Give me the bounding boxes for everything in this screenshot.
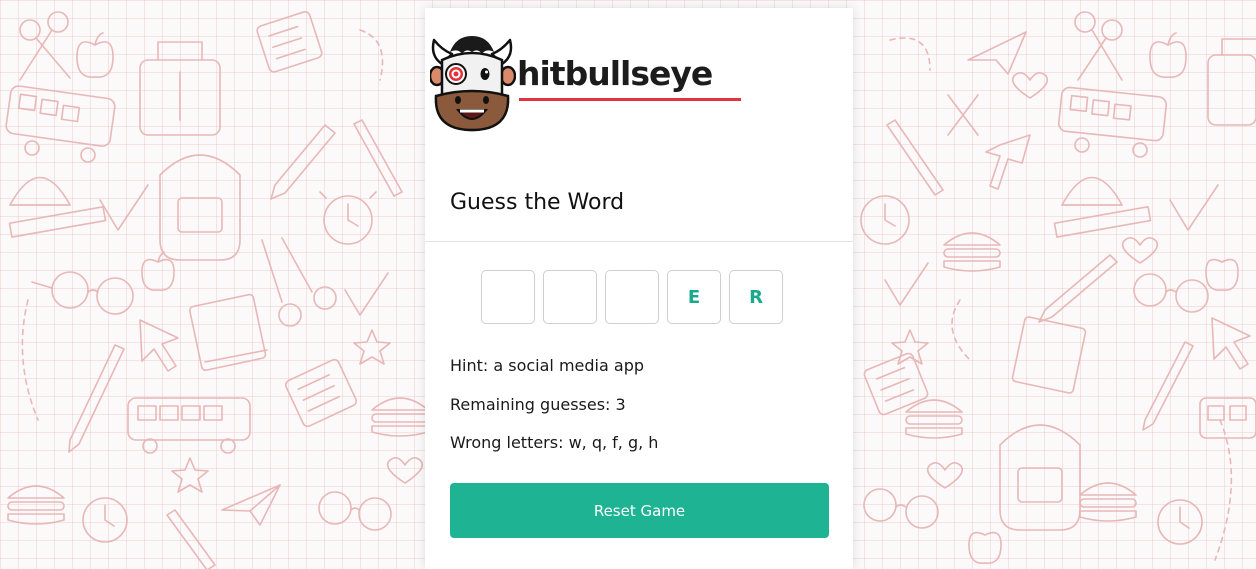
letter-boxes: E R [481, 270, 783, 328]
heart-icon [1121, 237, 1159, 264]
hint-text: Hint: a social media app [450, 356, 644, 375]
checkmark-icon [344, 272, 389, 316]
apple-icon [1205, 258, 1239, 291]
ruler-icon [1053, 205, 1152, 238]
glasses-icon [31, 271, 134, 315]
pencil-icon [166, 509, 216, 569]
pencil-icon [1038, 254, 1118, 323]
cursor-arrow-icon [139, 319, 179, 372]
burger-icon [371, 397, 429, 437]
apple-icon [141, 251, 175, 291]
game-card: hitbullseye Guess the Word E R Hint: a s… [425, 8, 853, 569]
x-mark-icon [947, 94, 979, 136]
pencil-icon [353, 119, 403, 197]
bull-mascot-icon [430, 36, 516, 132]
clock-icon [860, 195, 910, 245]
star-icon [891, 329, 929, 365]
letter-box-2[interactable] [543, 270, 597, 324]
glasses-icon [1133, 273, 1209, 313]
pencil-icon [1142, 341, 1194, 431]
cursor-arrow-icon [1211, 317, 1251, 370]
burger-icon [943, 232, 1001, 272]
brand-logo[interactable]: hitbullseye [430, 30, 750, 138]
page-title: Guess the Word [450, 190, 625, 215]
ruler-icon [8, 205, 107, 238]
clock-icon [1157, 499, 1203, 545]
header-divider [425, 241, 853, 242]
paper-plane-icon [967, 31, 1027, 75]
checkmark-icon [99, 184, 149, 231]
bus-icon [127, 397, 251, 454]
heart-icon [386, 457, 424, 484]
bus-icon [1057, 86, 1168, 158]
book-icon [1011, 316, 1087, 394]
backpack-icon [159, 154, 241, 261]
apple-icon [76, 32, 114, 78]
letter-box-3[interactable] [605, 270, 659, 324]
remaining-guesses-text: Remaining guesses: 3 [450, 395, 626, 414]
book-icon [188, 293, 268, 371]
heart-icon [1011, 72, 1049, 99]
backpack-icon [999, 424, 1081, 531]
bus-icon [1199, 397, 1256, 439]
paper-plane-icon [221, 484, 281, 526]
star-icon [171, 457, 209, 493]
scissors-icon [1074, 11, 1123, 81]
pencil-icon [270, 124, 336, 200]
brand-name: hitbullseye [517, 54, 713, 93]
bag-icon [139, 41, 221, 136]
protractor-icon [1061, 176, 1123, 206]
letter-box-4[interactable]: E [667, 270, 721, 324]
arrow-down-icon [985, 134, 1031, 190]
letter-box-1[interactable] [481, 270, 535, 324]
reset-game-button[interactable]: Reset Game [450, 483, 829, 538]
heart-icon [926, 462, 964, 489]
burger-icon [905, 399, 963, 439]
wrong-letters-text: Wrong letters: w, q, f, g, h [450, 433, 659, 452]
letter-box-5[interactable]: R [729, 270, 783, 324]
burger-icon [7, 485, 65, 525]
glasses-icon [318, 491, 392, 531]
brand-underline [519, 98, 741, 101]
checkmark-icon [1169, 184, 1219, 231]
star-icon [353, 329, 391, 365]
apple-icon [968, 531, 1002, 564]
scissors-icon [19, 11, 71, 81]
clock-icon [319, 191, 377, 245]
apple-icon [1149, 32, 1187, 78]
scissors-icon [261, 237, 337, 327]
burger-icon [1079, 482, 1137, 522]
calculator-icon [256, 11, 323, 73]
bag-icon [1207, 38, 1256, 126]
protractor-icon [9, 176, 71, 206]
clock-icon [82, 497, 128, 543]
pencil-icon [886, 119, 944, 196]
calculator-icon [863, 352, 929, 416]
checkmark-icon [884, 262, 929, 306]
calculator-icon [284, 358, 358, 428]
bus-icon [5, 85, 116, 163]
pencil-icon [68, 344, 125, 453]
glasses-icon [863, 488, 939, 529]
